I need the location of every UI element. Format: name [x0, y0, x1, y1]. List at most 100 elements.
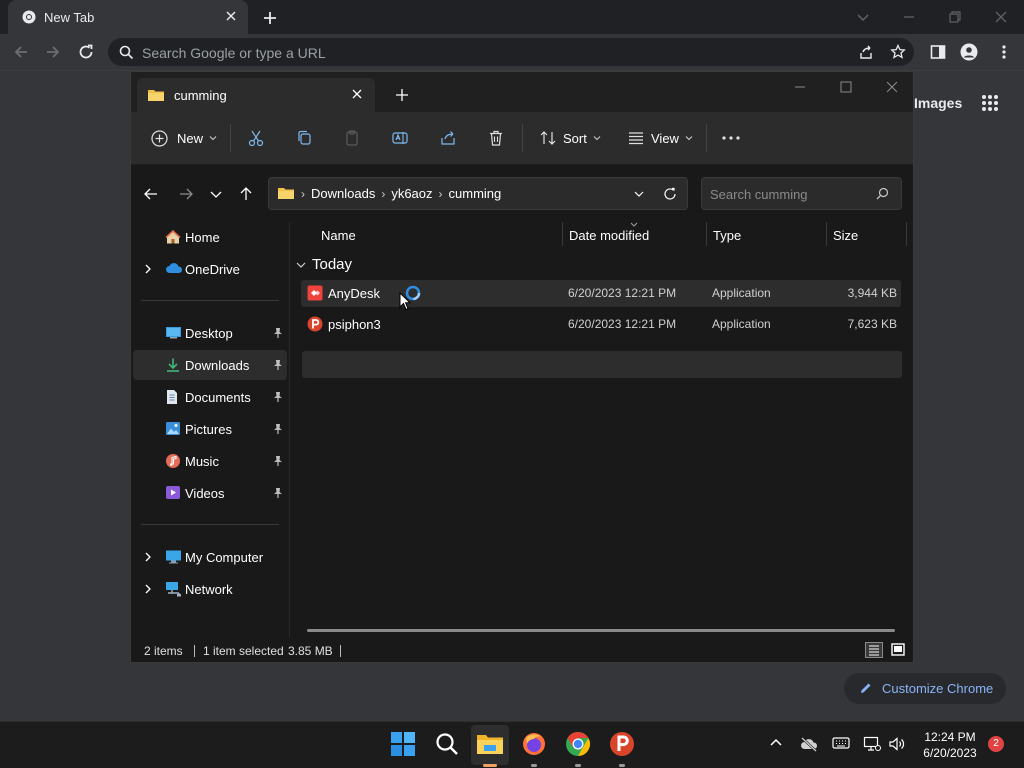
- pin-icon[interactable]: [273, 327, 283, 339]
- up-arrow-icon[interactable]: [238, 186, 254, 202]
- copy-button[interactable]: [295, 128, 313, 148]
- chrome-menu-icon[interactable]: [995, 43, 1013, 61]
- close-tab-icon[interactable]: [351, 88, 363, 100]
- sidebar-item-downloads[interactable]: Downloads: [133, 350, 287, 380]
- show-hidden-icons-chevron-icon[interactable]: [769, 736, 783, 750]
- breadcrumb-item[interactable]: cumming: [449, 186, 502, 201]
- sidebar-item-music[interactable]: Music: [133, 446, 287, 476]
- share-icon[interactable]: [858, 44, 874, 60]
- notification-badge[interactable]: 2: [988, 736, 1004, 752]
- column-header-size[interactable]: Size: [833, 228, 858, 250]
- volume-icon[interactable]: [888, 736, 906, 752]
- paste-button[interactable]: [343, 128, 361, 148]
- forward-arrow-icon[interactable]: [178, 186, 194, 202]
- system-clock[interactable]: 12:24 PM 6/20/2023: [910, 729, 990, 761]
- chevron-right-icon[interactable]: [143, 551, 153, 563]
- pin-icon[interactable]: [273, 487, 283, 499]
- column-divider[interactable]: [906, 222, 907, 246]
- chevron-right-icon[interactable]: [143, 583, 153, 595]
- minimize-icon[interactable]: [898, 6, 920, 28]
- horizontal-scrollbar[interactable]: [307, 629, 895, 632]
- network-status-icon[interactable]: [863, 736, 881, 752]
- cut-button[interactable]: [247, 128, 265, 148]
- chevron-right-icon[interactable]: [143, 263, 153, 275]
- column-header-name[interactable]: Name: [321, 228, 356, 250]
- sort-button[interactable]: Sort: [539, 128, 601, 148]
- breadcrumb-separator-icon[interactable]: ›: [381, 187, 385, 201]
- side-panel-icon[interactable]: [929, 43, 947, 61]
- file-explorer-taskbar-icon[interactable]: [471, 725, 509, 765]
- rename-button[interactable]: [391, 128, 409, 148]
- share-button[interactable]: [439, 128, 457, 148]
- close-icon[interactable]: [224, 9, 238, 23]
- tab-search-icon[interactable]: [852, 6, 874, 28]
- address-dropdown-icon[interactable]: [633, 188, 645, 200]
- sidebar-item-videos[interactable]: Videos: [133, 478, 287, 508]
- view-button[interactable]: View: [627, 128, 693, 148]
- explorer-search-box[interactable]: Search cumming: [701, 177, 902, 210]
- sidebar-item-my-computer[interactable]: My Computer: [133, 542, 287, 572]
- chrome-taskbar-icon[interactable]: [565, 731, 593, 759]
- onedrive-offline-icon[interactable]: [800, 736, 818, 752]
- sidebar-item-network[interactable]: Network: [133, 574, 287, 604]
- more-options-button[interactable]: [721, 128, 741, 148]
- anydesk-icon: [307, 285, 323, 301]
- new-button[interactable]: New: [151, 128, 217, 148]
- pin-icon[interactable]: [273, 359, 283, 371]
- google-apps-icon[interactable]: [981, 94, 999, 112]
- pin-icon[interactable]: [273, 423, 283, 435]
- column-divider[interactable]: [826, 222, 827, 246]
- chrome-tab-title: New Tab: [44, 10, 95, 25]
- sidebar-item-desktop[interactable]: Desktop: [133, 318, 287, 348]
- new-tab-plus-icon[interactable]: [395, 88, 409, 102]
- bookmark-star-icon[interactable]: [890, 44, 906, 60]
- images-link[interactable]: Images: [914, 95, 962, 111]
- explorer-tab-cumming[interactable]: cumming: [137, 78, 375, 112]
- psiphon-taskbar-icon[interactable]: [609, 731, 637, 759]
- recent-locations-chevron-icon[interactable]: [209, 186, 223, 202]
- search-icon[interactable]: [434, 731, 462, 759]
- delete-button[interactable]: [487, 128, 505, 148]
- restore-icon[interactable]: [944, 6, 966, 28]
- large-icons-view-icon[interactable]: [890, 642, 906, 658]
- column-divider[interactable]: [562, 222, 563, 246]
- breadcrumb-separator-icon[interactable]: ›: [439, 187, 443, 201]
- new-tab-button[interactable]: [260, 8, 280, 28]
- trash-icon: [490, 130, 502, 146]
- sidebar-item-pictures[interactable]: Pictures: [133, 414, 287, 444]
- pin-icon[interactable]: [273, 455, 283, 467]
- chrome-tab-new-tab[interactable]: New Tab: [8, 0, 248, 34]
- firefox-icon[interactable]: [521, 731, 549, 759]
- file-row-anydesk[interactable]: AnyDesk 6/20/2023 12:21 PM Application 3…: [301, 280, 901, 307]
- pin-icon[interactable]: [273, 391, 283, 403]
- refresh-icon[interactable]: [663, 187, 677, 201]
- back-arrow-icon[interactable]: [143, 186, 159, 202]
- explorer-close-icon[interactable]: [885, 80, 899, 94]
- customize-chrome-button[interactable]: Customize Chrome: [844, 673, 1006, 704]
- sidebar-item-documents[interactable]: Documents: [133, 382, 287, 412]
- details-view-icon[interactable]: [865, 642, 883, 658]
- back-icon[interactable]: [12, 43, 30, 61]
- column-header-type[interactable]: Type: [713, 228, 741, 250]
- forward-icon[interactable]: [44, 43, 62, 61]
- breadcrumb-item[interactable]: Downloads: [311, 186, 375, 201]
- column-header-date-modified[interactable]: Date modified: [569, 228, 649, 250]
- address-bar[interactable]: › Downloads › yk6aoz › cumming: [268, 177, 688, 210]
- start-windows-icon[interactable]: [390, 731, 418, 759]
- explorer-minimize-icon[interactable]: [793, 80, 807, 94]
- file-row-psiphon3[interactable]: psiphon3 6/20/2023 12:21 PM Application …: [301, 311, 901, 338]
- profile-icon[interactable]: [960, 43, 978, 61]
- column-divider[interactable]: [706, 222, 707, 246]
- omnibox[interactable]: Search Google or type a URL: [108, 38, 914, 66]
- sidebar-item-onedrive[interactable]: OneDrive: [133, 254, 287, 284]
- breadcrumb-item[interactable]: yk6aoz: [391, 186, 432, 201]
- explorer-maximize-icon[interactable]: [839, 80, 853, 94]
- keyboard-icon[interactable]: [832, 736, 850, 750]
- chevron-down-icon: [296, 260, 306, 270]
- reload-icon[interactable]: [77, 43, 95, 61]
- group-header-today[interactable]: Today: [296, 256, 352, 273]
- close-window-icon[interactable]: [990, 6, 1012, 28]
- sidebar-item-home[interactable]: Home: [133, 222, 287, 252]
- file-row-anydesk[interactable]: [302, 351, 902, 378]
- sidebar-divider: [141, 300, 279, 301]
